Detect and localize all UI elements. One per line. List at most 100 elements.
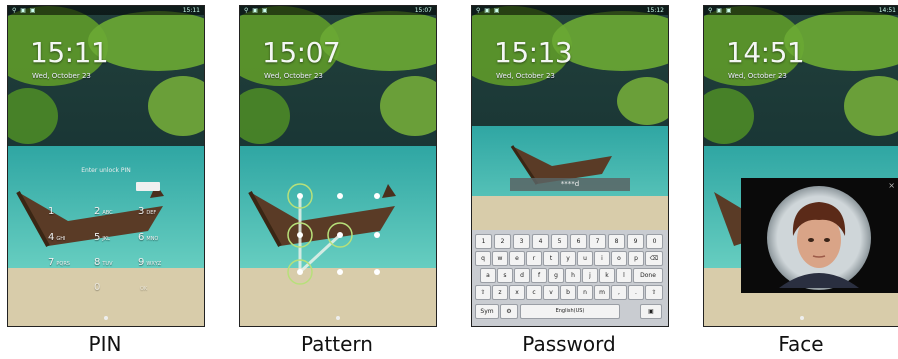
pin-lockscreen: ⚲ ▣ ▣ 15:11 15:11 Wed, October 23 Enter …	[7, 5, 205, 327]
status-time: 15:12	[646, 7, 664, 14]
lockscreen-date: Wed, October 23	[728, 72, 787, 80]
lockscreen-clock: 15:11	[30, 36, 109, 69]
notification-icons: ⚲ ▣ ▣	[708, 7, 733, 14]
key[interactable]: r	[526, 251, 542, 266]
key[interactable]: p	[628, 251, 644, 266]
key[interactable]: v	[543, 285, 559, 300]
lockscreen-clock: 14:51	[726, 36, 805, 69]
key[interactable]: x	[509, 285, 525, 300]
lockscreen-date: Wed, October 23	[496, 72, 555, 80]
pattern-dot	[374, 269, 380, 275]
lockscreen-date: Wed, October 23	[32, 72, 91, 80]
key[interactable]: n	[577, 285, 593, 300]
key[interactable]: c	[526, 285, 542, 300]
pattern-dot	[337, 193, 343, 199]
pattern-dot	[297, 269, 303, 275]
pin-key-8[interactable]: 8 TUV	[94, 257, 113, 268]
status-time: 14:51	[878, 7, 896, 14]
home-indicator-icon	[800, 316, 804, 320]
pin-key-0[interactable]: 0	[94, 282, 100, 293]
key[interactable]: a	[480, 268, 496, 283]
status-bar: ⚲ ▣ ▣ 15:11	[8, 6, 204, 15]
pin-key-ok[interactable]: OK	[138, 282, 147, 293]
key[interactable]: 1	[475, 234, 492, 249]
pattern-dot	[297, 232, 303, 238]
pattern-dot	[337, 232, 343, 238]
sym-key[interactable]: Sym	[475, 304, 499, 319]
caption-password: Password	[522, 332, 616, 356]
password-lockscreen: ⚲ ▣ ▣ 15:12 15:13 Wed, October 23 ****d …	[471, 5, 669, 327]
key[interactable]: w	[492, 251, 508, 266]
key[interactable]: 2	[494, 234, 511, 249]
notification-icons: ⚲ ▣ ▣	[476, 7, 501, 14]
key[interactable]: k	[599, 268, 615, 283]
caption-pattern: Pattern	[301, 332, 373, 356]
status-bar: ⚲ ▣ ▣ 15:12	[472, 6, 668, 15]
key[interactable]: z	[492, 285, 508, 300]
pin-key-2[interactable]: 2 ABC	[94, 206, 113, 217]
pin-key-3[interactable]: 3 DEF	[138, 206, 156, 217]
home-indicator-icon	[104, 316, 108, 320]
key[interactable]: m	[594, 285, 610, 300]
shift-key[interactable]: ⇧	[645, 285, 663, 300]
key[interactable]: 3	[513, 234, 530, 249]
pin-entry-field[interactable]	[136, 182, 160, 191]
pin-key-9[interactable]: 9 WXYZ	[138, 257, 161, 268]
notification-icons: ⚲ ▣ ▣	[12, 7, 37, 14]
shift-key[interactable]: ⇧	[475, 285, 491, 300]
key[interactable]: 4	[532, 234, 549, 249]
key[interactable]: u	[577, 251, 593, 266]
key[interactable]: s	[497, 268, 513, 283]
caption-face: Face	[778, 332, 824, 356]
key[interactable]: 9	[627, 234, 644, 249]
key[interactable]: o	[611, 251, 627, 266]
status-time: 15:11	[182, 7, 200, 14]
pin-key-5[interactable]: 5 JKL	[94, 232, 110, 243]
key[interactable]: j	[582, 268, 598, 283]
pattern-stroke	[298, 233, 342, 274]
face-unlock-camera: ×	[741, 178, 898, 293]
pin-key-7[interactable]: 7 PQRS	[48, 257, 70, 268]
key[interactable]: t	[543, 251, 559, 266]
key[interactable]: q	[475, 251, 491, 266]
face-preview-icon	[767, 186, 871, 290]
password-field[interactable]: ****d	[510, 178, 630, 191]
face-lockscreen: ⚲ ▣ ▣ 14:51 14:51 Wed, October 23 ×	[703, 5, 898, 327]
settings-key[interactable]: ⚙	[500, 304, 518, 319]
pattern-dot	[297, 193, 303, 199]
key[interactable]: h	[565, 268, 581, 283]
pin-key-1[interactable]: 1	[48, 206, 54, 217]
key[interactable]: b	[560, 285, 576, 300]
key[interactable]: e	[509, 251, 525, 266]
lockscreen-clock: 15:13	[494, 36, 573, 69]
space-key[interactable]: English(US)	[520, 304, 620, 319]
key[interactable]: ,	[611, 285, 627, 300]
pattern-dot	[374, 232, 380, 238]
key[interactable]: 7	[589, 234, 606, 249]
key[interactable]: y	[560, 251, 576, 266]
backspace-key[interactable]: ⌫	[645, 251, 663, 266]
clipboard-key[interactable]: ▣	[640, 304, 662, 319]
pin-key-6[interactable]: 6 MNO	[138, 232, 158, 243]
key[interactable]: 5	[551, 234, 568, 249]
unlock-pattern-grid[interactable]	[240, 6, 436, 326]
done-key[interactable]: Done	[633, 268, 663, 283]
key[interactable]: 8	[608, 234, 625, 249]
key[interactable]: i	[594, 251, 610, 266]
status-bar: ⚲ ▣ ▣ 14:51	[704, 6, 898, 15]
pattern-lockscreen: ⚲ ▣ ▣ 15:07 15:07 Wed, October 23	[239, 5, 437, 327]
key[interactable]: 0	[646, 234, 663, 249]
caption-pin: PIN	[88, 332, 122, 356]
key[interactable]: .	[628, 285, 644, 300]
pattern-dot	[337, 269, 343, 275]
home-indicator-icon	[336, 316, 340, 320]
onscreen-keyboard: 1 2 3 4 5 6 7 8 9 0 q w e r t y u i o p …	[472, 230, 668, 326]
key[interactable]: f	[531, 268, 547, 283]
key[interactable]: 6	[570, 234, 587, 249]
pin-key-4[interactable]: 4 GHI	[48, 232, 65, 243]
key[interactable]: l	[616, 268, 632, 283]
key[interactable]: g	[548, 268, 564, 283]
pattern-dot	[374, 193, 380, 199]
key[interactable]: d	[514, 268, 530, 283]
pin-prompt: Enter unlock PIN	[81, 167, 131, 174]
